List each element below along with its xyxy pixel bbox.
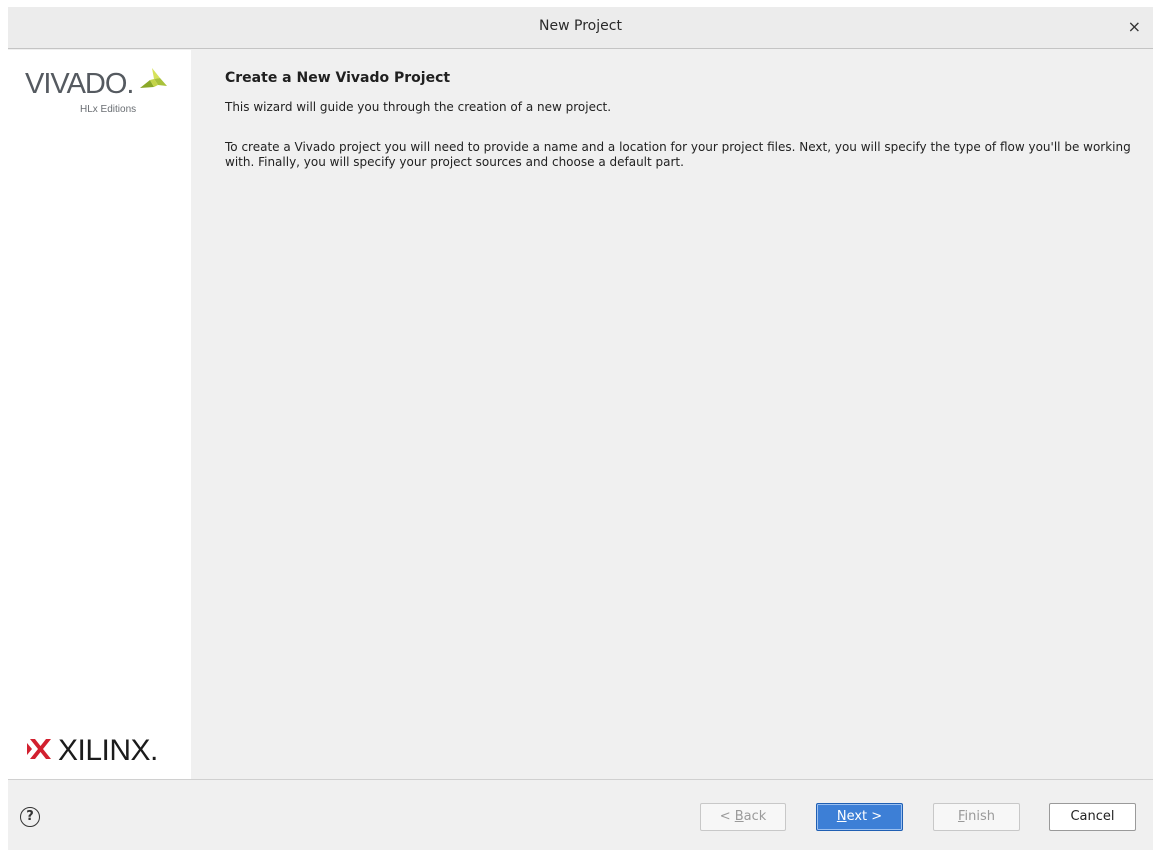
new-project-dialog: New Project × VIVADO. HLx Editions XILIN…: [8, 7, 1153, 850]
page-title: Create a New Vivado Project: [225, 70, 451, 86]
next-mnemonic: N: [836, 809, 847, 824]
back-prefix: <: [719, 809, 735, 824]
next-button[interactable]: Next >: [816, 803, 903, 831]
vivado-logo-text: VIVADO.: [25, 68, 134, 100]
xilinx-logo-text: XILINX.: [58, 734, 158, 767]
close-icon[interactable]: ×: [1128, 18, 1141, 36]
button-bar: ? < Back Next > Finish Cancel: [8, 779, 1153, 850]
xilinx-logo-icon: [27, 739, 51, 759]
back-button[interactable]: < Back: [700, 803, 786, 831]
cancel-button[interactable]: Cancel: [1049, 803, 1136, 831]
back-mnemonic: B: [734, 809, 744, 824]
vivado-logo-icon: [140, 68, 167, 88]
wizard-sidebar: VIVADO. HLx Editions XILINX.: [8, 50, 191, 779]
title-bar: New Project ×: [8, 7, 1153, 49]
finish-button[interactable]: Finish: [933, 803, 1020, 831]
details-text: To create a Vivado project you will need…: [225, 140, 1131, 169]
next-label: ext >: [846, 809, 883, 824]
vivado-logo-subtitle: HLx Editions: [80, 104, 137, 115]
window-title: New Project: [539, 18, 622, 34]
wizard-content: Create a New Vivado Project This wizard …: [191, 50, 1153, 779]
xilinx-logo: XILINX.: [26, 734, 186, 774]
vivado-logo: VIVADO. HLx Editions: [25, 68, 175, 138]
intro-text: This wizard will guide you through the c…: [225, 100, 612, 114]
finish-label: inish: [964, 809, 996, 824]
help-icon[interactable]: ?: [20, 807, 40, 827]
back-label: ack: [743, 809, 767, 824]
